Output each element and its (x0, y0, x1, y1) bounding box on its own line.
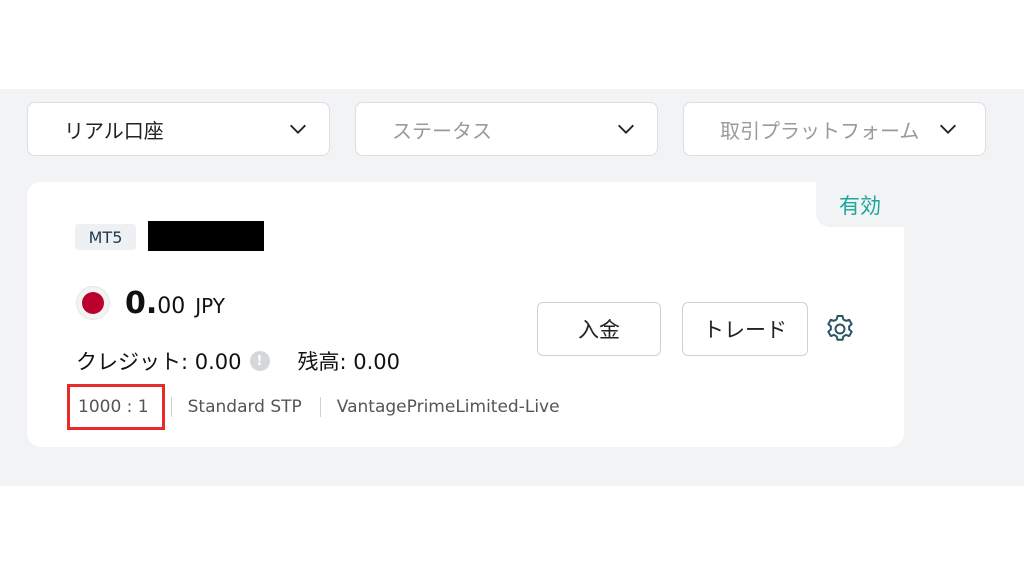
status-filter-label: ステータス (392, 118, 492, 143)
balance-integer: 0. (125, 286, 158, 321)
account-card: 有効 MT5 0. 00 JPY クレジット: 0.00 ! 残高: 0.00 … (27, 182, 904, 447)
leverage-value: 1000 : 1 (78, 397, 149, 417)
chevron-down-icon (290, 124, 306, 134)
chevron-down-icon (618, 124, 634, 134)
accounts-panel: リアル口座 ステータス 取引プラットフォーム 有効 MT5 0. 00 JPY … (0, 89, 1024, 486)
platform-filter-label: 取引プラットフォーム (720, 118, 920, 143)
divider (319, 397, 321, 417)
account-meta-row: 1000 : 1 Standard STP VantagePrimeLimite… (67, 384, 560, 430)
credit-label: クレジット: 0.00 (76, 350, 242, 374)
status-filter[interactable]: ステータス (355, 102, 658, 156)
balance-decimal: 00 (157, 294, 186, 319)
gear-icon[interactable] (824, 313, 856, 345)
balance-currency: JPY (195, 294, 226, 318)
account-number-redacted (148, 221, 264, 251)
server-name: VantagePrimeLimited-Live (336, 397, 560, 417)
deposit-button[interactable]: 入金 (537, 302, 661, 356)
balance: 0. 00 JPY (125, 286, 225, 321)
credit-row: クレジット: 0.00 ! 残高: 0.00 (76, 346, 400, 376)
japan-flag-icon (76, 286, 110, 320)
account-type-filter[interactable]: リアル口座 (27, 102, 330, 156)
remaining-balance-label: 残高: 0.00 (297, 350, 401, 374)
platform-filter[interactable]: 取引プラットフォーム (683, 102, 986, 156)
status-badge: 有効 (816, 182, 904, 227)
chevron-down-icon (940, 124, 956, 134)
trade-button[interactable]: トレード (682, 302, 808, 356)
info-icon[interactable]: ! (249, 351, 270, 371)
platform-tag: MT5 (75, 224, 136, 250)
account-type: Standard STP (187, 397, 302, 417)
leverage-highlight: 1000 : 1 (67, 384, 165, 430)
account-type-filter-label: リアル口座 (64, 118, 164, 143)
divider (170, 397, 172, 417)
